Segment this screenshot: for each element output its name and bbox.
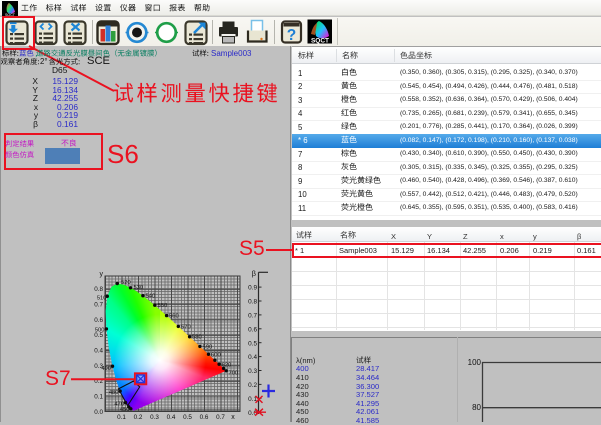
svg-text:590: 590	[203, 345, 213, 351]
svg-text:0.4: 0.4	[248, 354, 257, 361]
svg-text:0.1: 0.1	[117, 414, 126, 421]
svg-text:480: 480	[109, 390, 119, 396]
svg-text:β: β	[252, 269, 257, 278]
svg-text:0.5: 0.5	[248, 340, 257, 347]
svg-text:490: 490	[101, 366, 111, 372]
svg-text:540: 540	[146, 294, 156, 300]
svg-text:0.3: 0.3	[150, 414, 159, 421]
svg-text:600: 600	[211, 353, 221, 359]
svg-text:0.7: 0.7	[216, 414, 225, 421]
svg-text:510: 510	[97, 296, 107, 302]
svg-text:0.6: 0.6	[200, 414, 209, 421]
svg-text:520: 520	[121, 280, 131, 286]
svg-text:0.8: 0.8	[94, 286, 103, 293]
svg-text:0.4: 0.4	[94, 348, 103, 355]
svg-text:620: 620	[222, 363, 232, 369]
svg-text:700: 700	[229, 371, 239, 377]
svg-text:0.4: 0.4	[167, 414, 176, 421]
svg-text:0.3: 0.3	[248, 368, 257, 375]
svg-text:0.0: 0.0	[248, 410, 257, 417]
svg-text:x: x	[231, 414, 235, 421]
svg-text:550: 550	[158, 303, 168, 309]
svg-text:0.6: 0.6	[248, 326, 257, 333]
svg-text:0.0: 0.0	[94, 409, 103, 416]
svg-text:500: 500	[95, 328, 105, 334]
svg-text:?: ?	[287, 27, 296, 44]
svg-text:580: 580	[192, 335, 202, 341]
svg-text:0.8: 0.8	[248, 299, 257, 306]
svg-text:0.7: 0.7	[248, 313, 257, 320]
svg-text:530: 530	[134, 285, 144, 291]
svg-text:0.6: 0.6	[94, 317, 103, 324]
svg-text:450: 450	[120, 407, 130, 413]
svg-text:y: y	[100, 271, 104, 278]
svg-text:0.5: 0.5	[183, 414, 192, 421]
svg-text:570: 570	[181, 325, 191, 331]
svg-text:0.1: 0.1	[94, 394, 103, 401]
svg-text:0.2: 0.2	[134, 414, 143, 421]
svg-text:560: 560	[169, 314, 179, 320]
svg-text:SQCT: SQCT	[311, 38, 329, 45]
svg-text:0.7: 0.7	[94, 301, 103, 308]
svg-text:0.9: 0.9	[248, 285, 257, 292]
svg-text:0.2: 0.2	[248, 382, 257, 389]
